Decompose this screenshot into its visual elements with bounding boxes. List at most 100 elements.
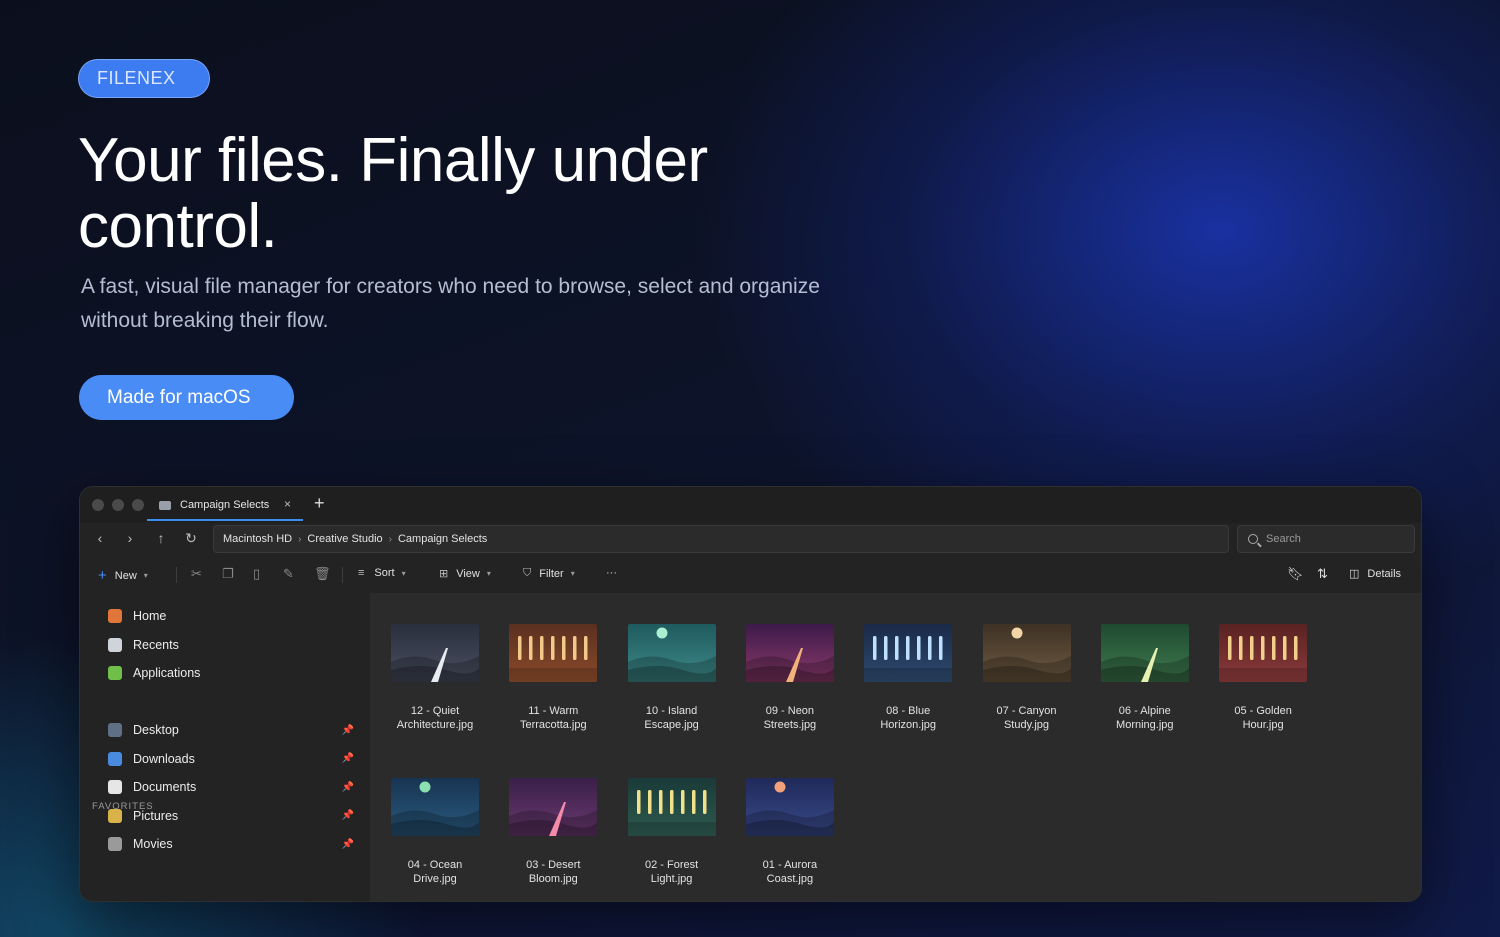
new-tab-button[interactable]: + — [314, 493, 325, 514]
file-name: 10 - Island Escape.jpg — [613, 704, 731, 732]
file-name: 08 - Blue Horizon.jpg — [849, 704, 967, 732]
desktop-icon — [108, 723, 122, 737]
title-bar: Campaign Selects × + — [80, 487, 1421, 523]
file-name-line: Escape.jpg — [644, 719, 699, 731]
filter-label: Filter — [539, 567, 564, 580]
brand-badge: FILENEX — [78, 59, 210, 98]
new-button[interactable]: + New ▾ — [98, 567, 148, 584]
file-item[interactable]: 11 - Warm Terracotta.jpg — [494, 624, 612, 732]
file-item[interactable]: 05 - Golden Hour.jpg — [1204, 624, 1322, 732]
home-icon — [108, 609, 122, 623]
file-name-line: Study.jpg — [1003, 719, 1050, 731]
sidebar-item-desktop[interactable]: Desktop 📌 — [108, 720, 358, 740]
rename-icon[interactable]: ✎ — [283, 566, 294, 582]
breadcrumb-item[interactable]: Creative Studio — [307, 533, 382, 545]
up-arrow-icon[interactable]: ↑ — [152, 530, 170, 546]
file-item[interactable]: 07 - Canyon Study.jpg — [968, 624, 1086, 732]
file-name-line: 11 - Warm — [528, 705, 579, 717]
file-item[interactable]: 03 - Desert Bloom.jpg — [494, 778, 612, 886]
details-label: Details — [1367, 567, 1402, 580]
file-name: 04 - Ocean Drive.jpg — [376, 858, 494, 886]
sidebar-item-pictures[interactable]: Pictures 📌 — [108, 806, 358, 826]
folder-icon — [159, 500, 171, 510]
back-arrow-icon[interactable]: ‹ — [91, 530, 109, 546]
clapper-icon — [108, 837, 122, 852]
sidebar-item-applications[interactable]: Applications — [108, 663, 358, 683]
plus-icon: + — [98, 567, 107, 584]
breadcrumb-item[interactable]: Macintosh HD — [223, 533, 292, 545]
sidebar-item-documents[interactable]: Documents 📌 — [108, 777, 358, 797]
sort-icon: ≡ — [358, 567, 365, 579]
image-thumbnail — [1100, 624, 1189, 682]
chevron-down-icon: ▾ — [570, 569, 575, 578]
sidebar-item-downloads[interactable]: Downloads 📌 — [108, 749, 358, 769]
file-item[interactable]: 01 - Aurora Coast.jpg — [731, 778, 849, 886]
document-icon — [108, 780, 122, 795]
zoom-window-button[interactable] — [132, 499, 144, 511]
paste-icon[interactable]: ▯ — [253, 566, 260, 582]
file-item[interactable]: 12 - Quiet Architecture.jpg — [376, 624, 494, 732]
refresh-icon[interactable]: ↻ — [182, 530, 200, 547]
cut-icon[interactable]: ✂ — [191, 566, 202, 582]
file-name-line: Terracotta.jpg — [519, 719, 587, 731]
file-name-line: 12 - Quiet — [410, 705, 460, 717]
file-name-line: Hour.jpg — [1242, 719, 1284, 731]
file-item[interactable]: 10 - Island Escape.jpg — [613, 624, 731, 732]
file-name: 11 - Warm Terracotta.jpg — [494, 704, 612, 732]
file-item[interactable]: 06 - Alpine Morning.jpg — [1086, 624, 1204, 732]
sidebar-item-label: Desktop — [133, 723, 179, 737]
file-name-line: 08 - Blue — [886, 705, 931, 717]
file-name-line: Drive.jpg — [413, 873, 457, 885]
image-thumbnail — [627, 778, 716, 836]
file-name-line: 01 - Aurora — [762, 859, 818, 871]
file-name-line: 02 - Forest — [645, 859, 699, 871]
sidebar-item-home[interactable]: Home — [108, 606, 358, 626]
minimize-window-button[interactable] — [112, 499, 124, 511]
pin-icon[interactable]: 📌 — [342, 725, 354, 736]
file-item[interactable]: 04 - Ocean Drive.jpg — [376, 778, 494, 886]
close-window-button[interactable] — [92, 499, 104, 511]
download-icon — [108, 751, 122, 766]
file-name-line: Bloom.jpg — [528, 873, 578, 885]
file-item[interactable]: 08 - Blue Horizon.jpg — [849, 624, 967, 732]
pin-icon[interactable]: 📌 — [342, 839, 354, 850]
chevron-down-icon: ▾ — [486, 569, 491, 578]
copy-icon[interactable]: ❐ — [222, 566, 234, 582]
pin-icon[interactable]: 📌 — [342, 753, 354, 764]
details-button[interactable]: ◫ Details — [1349, 567, 1402, 581]
search-box[interactable] — [1237, 525, 1415, 553]
sort-order-icon[interactable]: ⇅ — [1317, 566, 1328, 582]
image-thumbnail — [864, 624, 953, 682]
filter-button[interactable]: ⛉ Filter ▾ — [523, 567, 575, 580]
close-tab-icon[interactable]: × — [284, 497, 291, 511]
file-name-line: Coast.jpg — [766, 873, 814, 885]
more-options-button[interactable]: ··· — [606, 567, 617, 579]
file-name-line: Horizon.jpg — [880, 719, 936, 731]
file-grid: 12 - Quiet Architecture.jpg 11 - Warm Terr… — [370, 593, 1421, 901]
headline: Your files. Finally under control. — [78, 126, 708, 261]
view-button[interactable]: ⊞ View ▾ — [439, 567, 491, 581]
file-name-line: 06 - Alpine — [1118, 705, 1171, 717]
tab-campaign-selects[interactable]: Campaign Selects × — [147, 491, 303, 521]
pin-icon[interactable]: 📌 — [342, 810, 354, 821]
file-name-line: Architecture.jpg — [396, 719, 474, 731]
file-name: 12 - Quiet Architecture.jpg — [376, 704, 494, 732]
search-icon — [1248, 534, 1258, 544]
forward-arrow-icon[interactable]: › — [121, 530, 139, 546]
bookmark-icon[interactable]: 🔖︎ — [1287, 566, 1304, 582]
sidebar-item-movies[interactable]: Movies 📌 — [108, 834, 358, 854]
search-input[interactable] — [1266, 533, 1406, 545]
file-item[interactable]: 09 - Neon Streets.jpg — [731, 624, 849, 732]
made-for-macos-button[interactable]: Made for macOS — [79, 375, 294, 420]
delete-icon[interactable]: 🗑 — [314, 566, 331, 582]
file-item[interactable]: 02 - Forest Light.jpg — [613, 778, 731, 886]
sort-button[interactable]: ≡ Sort ▾ — [358, 567, 406, 579]
sidebar-item-recents[interactable]: Recents — [108, 635, 358, 655]
picture-icon — [108, 808, 122, 823]
details-panel-icon: ◫ — [1349, 568, 1360, 580]
image-thumbnail — [509, 624, 598, 682]
breadcrumb-item[interactable]: Campaign Selects — [398, 533, 487, 545]
breadcrumb[interactable]: Macintosh HD › Creative Studio › Campaig… — [213, 525, 1229, 553]
pin-icon[interactable]: 📌 — [342, 782, 354, 793]
sidebar-item-label: Pictures — [133, 808, 179, 823]
